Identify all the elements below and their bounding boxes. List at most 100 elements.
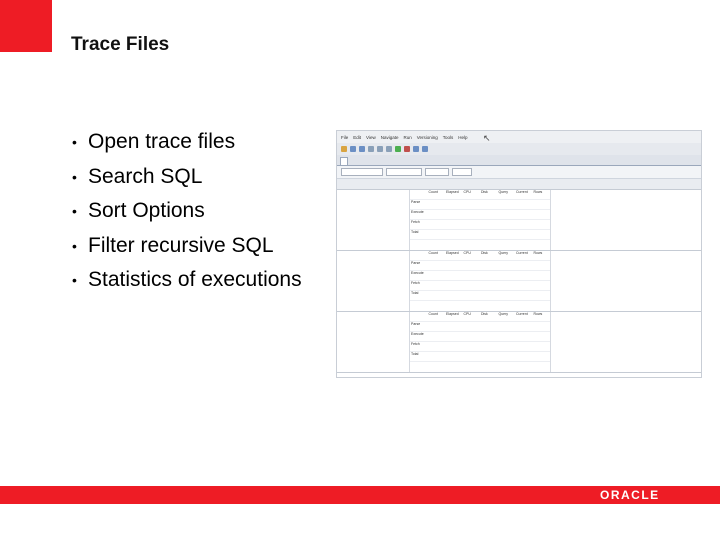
bullet-text: Open trace files xyxy=(88,130,236,153)
back-icon xyxy=(413,146,419,152)
sql-text-cell xyxy=(337,251,410,311)
statistics-table: Count Elapsed CPU Disk Query Current Rows Pars… xyxy=(410,251,551,311)
stat-header: Disk xyxy=(481,251,488,255)
stat-header: Elapsed xyxy=(446,251,459,255)
stat-header: Elapsed xyxy=(446,312,459,316)
plan-tree-row xyxy=(553,253,699,260)
menu-item: Navigate xyxy=(380,134,399,140)
cut-icon xyxy=(368,146,374,152)
stat-row: Parse xyxy=(410,322,550,332)
statistics-table: Count Elapsed CPU Disk Query Current Rows Pars… xyxy=(410,312,551,372)
stat-header: CPU xyxy=(463,251,471,255)
stat-row-label: Execute xyxy=(411,271,424,275)
bullet-dot-icon: • xyxy=(72,134,77,150)
menu-item: Versioning xyxy=(416,134,438,140)
stat-header: Disk xyxy=(481,312,488,316)
sql-statement-section: Count Elapsed CPU Disk Query Current Rows Pars… xyxy=(337,190,701,251)
stat-header: Current xyxy=(516,312,528,316)
stat-row-label: Parse xyxy=(411,322,421,326)
open-folder-icon xyxy=(341,146,347,152)
stat-row: Fetch xyxy=(410,342,550,352)
bullet-dot-icon: • xyxy=(72,237,77,254)
bullet-item: • Open trace files xyxy=(72,125,302,160)
menu-item: Edit xyxy=(353,134,362,140)
stat-row-label: Fetch xyxy=(411,220,420,224)
save-all-icon xyxy=(359,146,365,152)
plan-tree-row xyxy=(553,274,699,281)
stat-row: Fetch xyxy=(410,281,550,291)
paste-icon xyxy=(386,146,392,152)
stat-header-row: Count Elapsed CPU Disk Query Current Rows xyxy=(410,251,550,261)
menu-item: View xyxy=(366,134,376,140)
stat-row-label: Fetch xyxy=(411,342,420,346)
slide-title: Trace Files xyxy=(71,34,170,55)
screenshot-filterbar xyxy=(337,166,701,179)
stat-row: Parse xyxy=(410,261,550,271)
stat-header: Query xyxy=(498,251,509,255)
copy-icon xyxy=(377,146,383,152)
mouse-cursor-icon: ↖ xyxy=(483,133,491,143)
statistics-table: Count Elapsed CPU Disk Query Current Rows Pars… xyxy=(410,190,551,250)
sql-statement-section: Count Elapsed CPU Disk Query Current Rows Pars… xyxy=(337,312,701,373)
stat-row: Execute xyxy=(410,210,550,220)
sql-text-cell xyxy=(337,312,410,372)
stat-header: Count xyxy=(428,312,438,316)
stat-header: Query xyxy=(498,190,509,194)
sql-text-cell xyxy=(337,190,410,250)
stat-header: Current xyxy=(516,190,528,194)
stat-row: Total xyxy=(410,291,550,301)
stat-row: Execute xyxy=(410,332,550,342)
stat-row-label: Fetch xyxy=(411,281,420,285)
bullet-list: • Open trace files • Search SQL • Sort Opti… xyxy=(72,125,302,298)
screenshot-toolbar xyxy=(337,143,701,155)
save-icon xyxy=(350,146,356,152)
bullet-dot-icon: • xyxy=(72,272,77,289)
stat-row: Fetch xyxy=(410,220,550,230)
stat-row: Execute xyxy=(410,271,550,281)
stat-header-row: Count Elapsed CPU Disk Query Current Rows xyxy=(410,312,550,322)
execution-plan-cell xyxy=(551,312,701,372)
stat-row-label: Total xyxy=(411,291,419,295)
stat-row: Total xyxy=(410,352,550,362)
search-field xyxy=(341,168,383,176)
stat-header: CPU xyxy=(463,190,471,194)
execution-plan-cell xyxy=(551,190,701,250)
menu-item: File xyxy=(341,134,349,140)
trace-file-tab xyxy=(340,157,348,165)
stat-row: Total xyxy=(410,230,550,240)
oracle-logo: ORACLE xyxy=(600,488,660,502)
option-select xyxy=(452,168,472,176)
filter-select xyxy=(425,168,449,176)
bullet-text: Statistics of executions xyxy=(88,268,302,292)
screenshot-menubar: File Edit View Navigate Run Versioning T… xyxy=(337,131,701,143)
corner-accent-block xyxy=(0,0,52,52)
stat-row-label: Total xyxy=(411,352,419,356)
bullet-dot-icon: • xyxy=(72,168,77,185)
stat-row-label: Execute xyxy=(411,210,424,214)
stat-header-row: Count Elapsed CPU Disk Query Current Rows xyxy=(410,190,550,200)
menu-item: Tools xyxy=(442,134,454,140)
results-header-row xyxy=(337,179,701,190)
bullet-text: Search SQL xyxy=(88,164,203,188)
menu-item: Help xyxy=(458,134,468,140)
bullet-text: Filter recursive SQL xyxy=(88,233,274,257)
forward-icon xyxy=(422,146,428,152)
bullet-dot-icon: • xyxy=(72,203,77,220)
bullet-item: • Statistics of executions xyxy=(72,263,302,298)
bullet-item: • Filter recursive SQL xyxy=(72,229,302,264)
stat-row-label: Execute xyxy=(411,332,424,336)
stat-header: CPU xyxy=(463,312,471,316)
stat-row-label: Total xyxy=(411,230,419,234)
bullet-item: • Sort Options xyxy=(72,194,302,229)
screenshot-tabstrip xyxy=(337,155,701,166)
stat-header: Current xyxy=(516,251,528,255)
stop-icon xyxy=(404,146,410,152)
stat-row: Parse xyxy=(410,200,550,210)
stat-header: Elapsed xyxy=(446,190,459,194)
run-icon xyxy=(395,146,401,152)
plan-tree-row xyxy=(553,260,699,267)
stat-header: Rows xyxy=(533,312,543,316)
stat-header: Count xyxy=(428,190,438,194)
menu-item: Run xyxy=(403,134,412,140)
stat-header: Rows xyxy=(533,251,543,255)
